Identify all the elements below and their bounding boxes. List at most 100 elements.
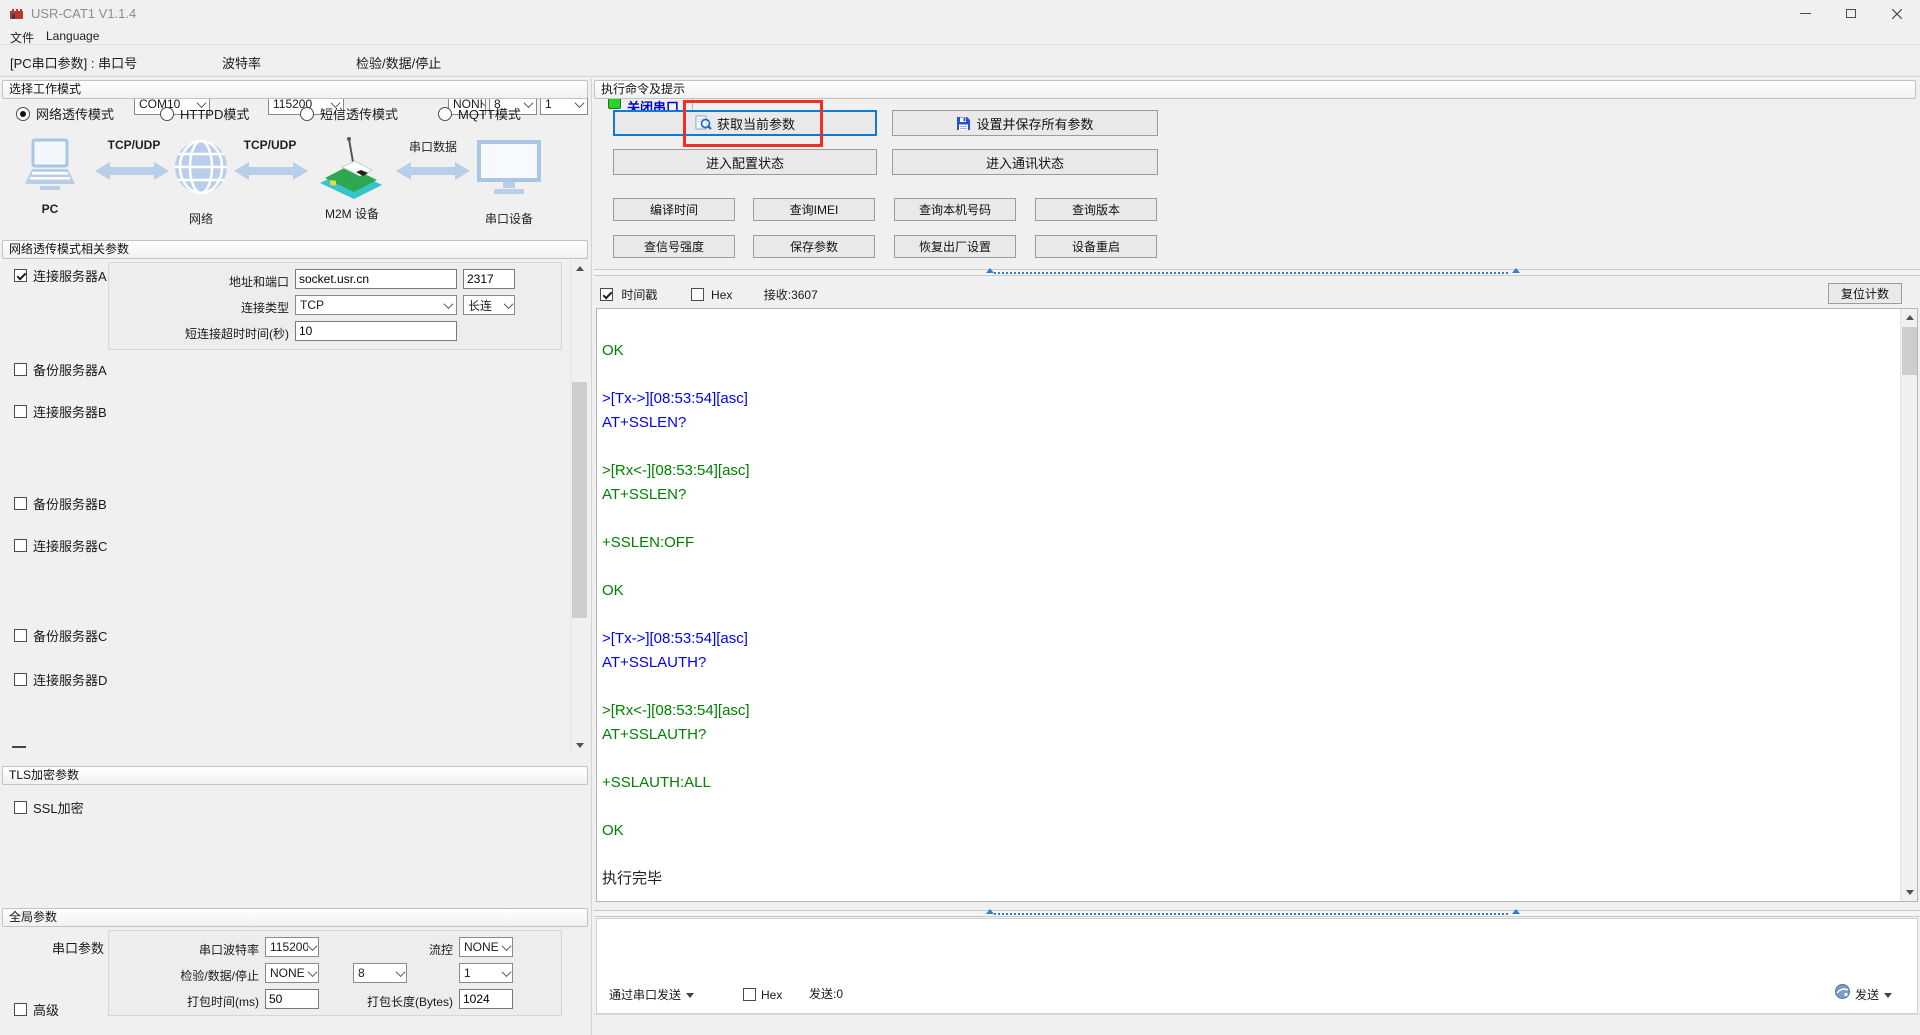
close-button[interactable] (1874, 0, 1920, 27)
checkbox-server-a[interactable]: 连接服务器A (14, 266, 107, 285)
checkbox-backup-server-a[interactable]: 备份服务器A (14, 360, 107, 379)
checkbox-server-c[interactable]: 连接服务器C (14, 536, 107, 555)
radio-net-transparent[interactable]: 网络透传模式 (16, 104, 114, 123)
keep-alive-select[interactable]: 长连 (463, 295, 515, 315)
app-icon (9, 6, 24, 25)
gp-parity-label: 检验/数据/停止 (180, 969, 259, 983)
gp-baud-select[interactable]: 115200 (265, 937, 319, 957)
splitter-handle[interactable] (994, 913, 1508, 916)
monitor-icon (477, 140, 541, 201)
gp-stopbits-select[interactable]: 1 (459, 963, 513, 983)
scroll-thumb[interactable] (572, 382, 587, 618)
conn-type-select[interactable]: TCP (295, 295, 457, 315)
server-a-address-input[interactable] (295, 269, 457, 289)
server-a-port-input[interactable] (463, 269, 515, 289)
button-label: 设备重启 (1071, 240, 1120, 254)
checkbox-backup-server-c[interactable]: 备份服务器C (14, 626, 107, 645)
reset-count-button[interactable]: 复位计数 (1828, 283, 1902, 304)
save-all-label: 设置并保存所有参数 (976, 116, 1094, 132)
checkbox-label: 连接服务器A (33, 269, 107, 284)
timeout-input[interactable] (295, 321, 457, 341)
radio-httpd[interactable]: HTTPD模式 (160, 104, 249, 123)
minimize-button[interactable] (1782, 0, 1828, 27)
radio-mqtt[interactable]: MQTT模式 (438, 104, 521, 123)
checkbox-label: 备份服务器A (33, 363, 107, 378)
triangle-down-icon (575, 743, 584, 748)
server-a-panel: 地址和端口 连接类型 TCP 长连 短连接超时时间(秒) (108, 262, 562, 350)
device-restart-button[interactable]: 设备重启 (1035, 235, 1157, 258)
scroll-down-arrow[interactable] (1901, 884, 1917, 901)
checkbox-ssl[interactable]: SSL加密 (14, 798, 84, 817)
menu-language[interactable]: Language (46, 29, 99, 43)
checkbox-advanced[interactable]: 高级 (14, 1000, 59, 1019)
minimize-icon (1799, 13, 1811, 14)
timestamp-checkbox[interactable] (600, 288, 613, 301)
flow-select[interactable]: NONE (459, 937, 513, 957)
global-params-group-header: 全局参数 (2, 908, 588, 927)
radio-sms-transparent[interactable]: 短信透传模式 (300, 104, 398, 123)
gp-parity-select[interactable]: NONE (265, 963, 319, 983)
scroll-up-arrow[interactable] (571, 260, 588, 277)
compile-time-button[interactable]: 编译时间 (613, 198, 735, 221)
radio-label: 网络透传模式 (36, 107, 115, 122)
pack-len-input[interactable] (459, 989, 513, 1009)
maximize-button[interactable] (1828, 0, 1874, 27)
button-label: 查信号强度 (643, 240, 704, 254)
checkbox-icon (14, 673, 27, 686)
save-all-params-button[interactable]: 设置并保存所有参数 (892, 110, 1158, 136)
window-title: USR-CAT1 V1.1.4 (31, 6, 137, 21)
query-version-button[interactable]: 查询版本 (1035, 198, 1157, 221)
log-scrollbar[interactable] (1900, 309, 1917, 901)
send-area[interactable]: 通过串口发送 Hex 发送:0 发送 (596, 918, 1918, 1014)
checkbox-label: 连接服务器B (33, 405, 107, 420)
send-splitter[interactable] (594, 909, 1920, 917)
splitter-arrow-icon (986, 909, 994, 914)
log-splitter[interactable] (594, 268, 1920, 276)
scroll-up-arrow[interactable] (1901, 309, 1917, 326)
splitter-arrow-icon (1512, 268, 1520, 273)
send-via-serial-button[interactable]: 通过串口发送 (609, 986, 695, 1003)
maximize-icon (1846, 9, 1856, 18)
scroll-down-arrow[interactable] (571, 737, 588, 754)
checkbox-label: SSL加密 (33, 801, 84, 816)
arrow-icon (396, 160, 470, 187)
checkbox-server-b[interactable]: 连接服务器B (14, 402, 107, 421)
gp-databits-select[interactable]: 8 (353, 963, 407, 983)
log-area: OK >[Tx->][08:53:54][asc] AT+SSLEN? >[Rx<… (596, 308, 1918, 902)
checkbox-server-d[interactable]: 连接服务器D (14, 670, 107, 689)
splitter-handle[interactable] (994, 272, 1508, 275)
query-phone-number-button[interactable]: 查询本机号码 (894, 198, 1016, 221)
signal-strength-button[interactable]: 查信号强度 (613, 235, 735, 258)
collapsed-splitter-handle[interactable] (12, 746, 26, 748)
menu-bar: 文件 Language (0, 27, 1920, 45)
pack-time-input[interactable] (265, 989, 319, 1009)
checkbox-icon (14, 539, 27, 552)
log-line: 执行完毕 (602, 870, 663, 887)
save-params-button[interactable]: 保存参数 (753, 235, 875, 258)
log-line: OK (602, 582, 624, 599)
factory-reset-button[interactable]: 恢复出厂设置 (894, 235, 1016, 258)
settings-scrollbar[interactable] (570, 260, 588, 754)
send-button[interactable]: 发送 (1855, 986, 1893, 1003)
log-line: >[Rx<-][08:53:54][asc] (602, 702, 750, 719)
enter-config-button[interactable]: 进入配置状态 (613, 149, 877, 175)
gp-baud-label: 串口波特率 (198, 943, 259, 957)
log-line: +SSLAUTH:ALL (602, 774, 711, 791)
scroll-thumb[interactable] (1902, 327, 1917, 375)
send-hex-checkbox[interactable] (743, 988, 756, 1001)
log-line: OK (602, 342, 624, 359)
enter-comm-button[interactable]: 进入通讯状态 (892, 149, 1158, 175)
dropdown-arrow-icon (686, 993, 695, 999)
pack-len-label: 打包长度(Bytes) (366, 995, 453, 1009)
log-content: OK >[Tx->][08:53:54][asc] AT+SSLEN? >[Rx<… (597, 309, 1899, 901)
log-line: OK (602, 822, 624, 839)
enter-comm-label: 进入通讯状态 (985, 155, 1064, 171)
checkbox-icon (14, 629, 27, 642)
checkbox-backup-server-b[interactable]: 备份服务器B (14, 494, 107, 513)
flow-label: 流控 (428, 943, 453, 957)
query-imei-button[interactable]: 查询IMEI (753, 198, 875, 221)
log-hex-checkbox[interactable] (690, 288, 704, 301)
